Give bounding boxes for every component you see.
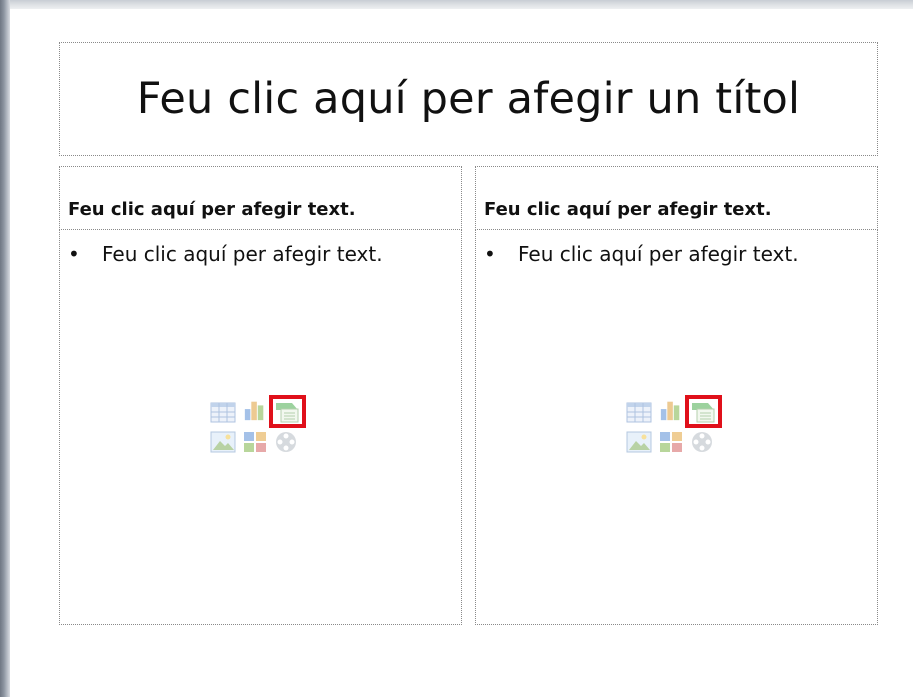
left-content-icon-grid (210, 390, 306, 454)
title-placeholder-text: Feu clic aquí per afegir un títol (136, 74, 801, 124)
right-heading-text: Feu clic aquí per afegir text. (484, 199, 772, 220)
highlight-box (685, 395, 722, 428)
insert-media-icon[interactable] (274, 430, 300, 454)
left-content-placeholder[interactable]: • Feu clic aquí per afegir text. (59, 229, 462, 625)
left-bullet-line: • Feu clic aquí per afegir text. (68, 242, 383, 266)
insert-picture-icon[interactable] (626, 430, 652, 454)
right-content-placeholder[interactable]: • Feu clic aquí per afegir text. (475, 229, 878, 625)
insert-clipart-icon[interactable] (242, 430, 268, 454)
bullet-symbol: • (484, 242, 496, 266)
insert-table-icon[interactable] (626, 400, 652, 424)
window-top-frame (10, 0, 913, 9)
slide-canvas: Feu clic aquí per afegir un títol Feu cl… (10, 9, 913, 697)
left-heading-text: Feu clic aquí per afegir text. (68, 199, 356, 220)
insert-clipart-icon[interactable] (658, 430, 684, 454)
right-bullet-line: • Feu clic aquí per afegir text. (484, 242, 799, 266)
right-heading-placeholder[interactable]: Feu clic aquí per afegir text. (475, 166, 878, 230)
left-bullet-text: Feu clic aquí per afegir text. (102, 242, 383, 266)
right-bullet-text: Feu clic aquí per afegir text. (518, 242, 799, 266)
bullet-symbol: • (68, 242, 80, 266)
left-heading-placeholder[interactable]: Feu clic aquí per afegir text. (59, 166, 462, 230)
insert-table-icon[interactable] (210, 400, 236, 424)
insert-media-icon[interactable] (690, 430, 716, 454)
highlight-box (269, 395, 306, 428)
insert-chart-icon[interactable] (658, 398, 684, 422)
right-content-icon-grid (626, 390, 722, 454)
title-placeholder[interactable]: Feu clic aquí per afegir un títol (59, 42, 878, 156)
insert-picture-icon[interactable] (210, 430, 236, 454)
insert-chart-icon[interactable] (242, 398, 268, 422)
window-left-frame (0, 0, 10, 697)
